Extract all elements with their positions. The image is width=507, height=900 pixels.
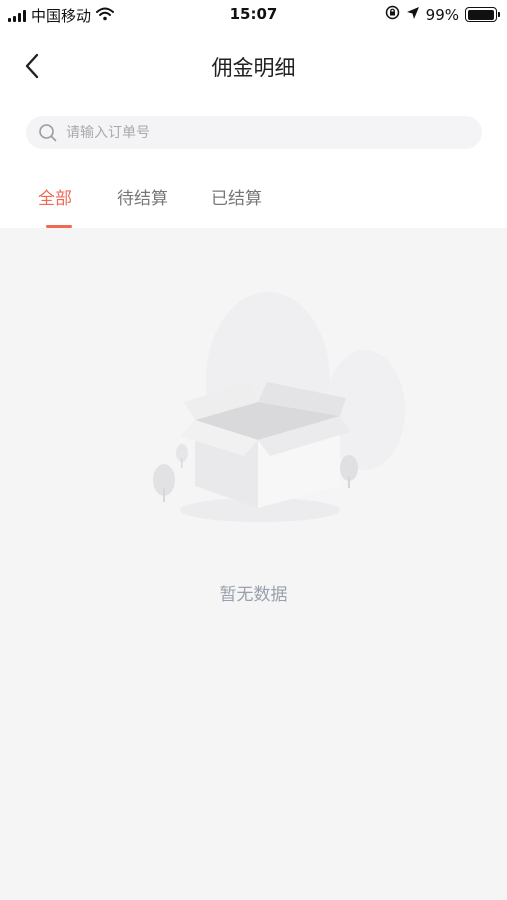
carrier-label: 中国移动 (31, 7, 92, 25)
search-bar[interactable] (26, 116, 482, 149)
tab-pending-settlement[interactable]: 待结算 (117, 184, 168, 209)
page-title: 佣金明细 (211, 56, 296, 80)
orientation-lock-icon (385, 5, 400, 24)
battery-icon (465, 7, 500, 22)
order-number-search-input[interactable] (66, 124, 466, 141)
chevron-left-icon (25, 53, 39, 79)
status-bar: 中国移动 15:07 99% (0, 0, 507, 30)
tab-all[interactable]: 全部 (38, 184, 72, 209)
back-button[interactable] (14, 48, 50, 84)
empty-state-text: 暂无数据 (219, 585, 288, 605)
location-arrow-icon (406, 6, 420, 24)
tab-bar: 全部 待结算 已结算 (0, 184, 507, 228)
active-tab-indicator (46, 225, 72, 228)
empty-box-illustration (153, 292, 405, 522)
battery-level (467, 9, 495, 20)
wifi-icon (96, 7, 115, 25)
signal-icon (8, 9, 26, 22)
battery-percent: 99% (425, 5, 459, 24)
nav-bar: 佣金明细 (0, 38, 507, 94)
search-icon (38, 122, 60, 144)
tab-settled[interactable]: 已结算 (211, 184, 262, 209)
